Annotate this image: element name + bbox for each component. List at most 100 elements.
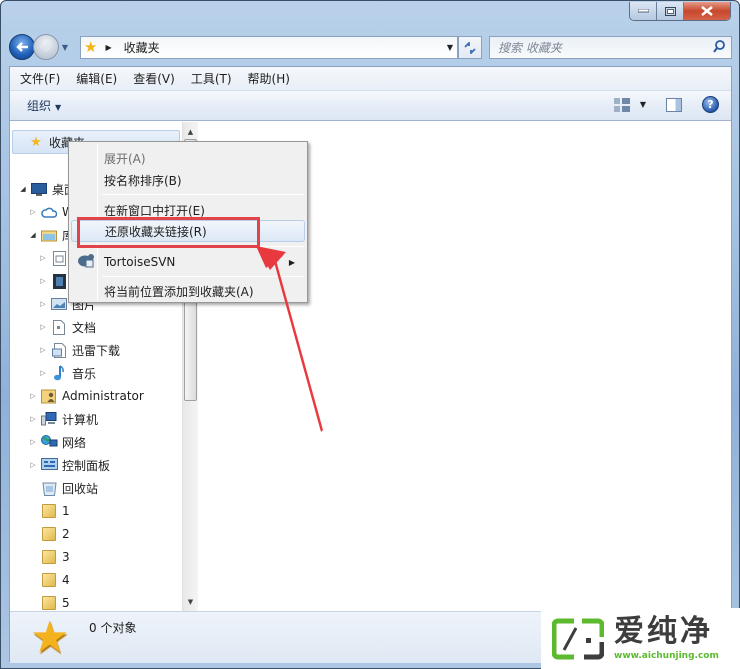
menu-tools[interactable]: 工具(T) <box>191 70 232 87</box>
watermark-logo-icon <box>551 618 605 660</box>
expand-icon[interactable]: ▷ <box>38 300 48 308</box>
tree-label: 迅雷下载 <box>72 343 121 358</box>
tree-item-doc-library[interactable]: ▷ <box>38 247 72 269</box>
folder-icon <box>40 595 58 611</box>
tree-label: 4 <box>62 573 70 587</box>
expand-icon[interactable]: ▷ <box>28 208 38 216</box>
collapse-icon[interactable]: ◢ <box>18 185 28 193</box>
help-button[interactable]: ? <box>702 96 719 113</box>
menu-edit[interactable]: 编辑(E) <box>76 70 117 87</box>
address-dropdown-icon[interactable]: ▼ <box>447 43 453 52</box>
minimize-button[interactable] <box>630 2 657 20</box>
computer-icon <box>40 411 58 427</box>
expand-icon[interactable]: ▷ <box>28 461 38 469</box>
recent-pages-dropdown[interactable]: ▼ <box>60 43 70 52</box>
tree-item-recycle-bin[interactable]: 回收站 <box>38 477 98 499</box>
expand-icon[interactable]: ▷ <box>38 369 48 377</box>
menu-item-tortoisesvn[interactable]: TortoiseSVN ▶ <box>71 251 305 273</box>
organize-button[interactable]: 组织 ▼ <box>27 97 61 114</box>
menu-item-label: 在新窗口中打开(E) <box>104 203 205 218</box>
tree-item-video-library[interactable]: ▷ <box>38 270 72 292</box>
tree-item-downloads[interactable]: ▷ 迅雷下载 <box>38 339 120 361</box>
menu-item-open-new-window[interactable]: 在新窗口中打开(E) <box>71 199 305 221</box>
menu-file[interactable]: 文件(F) <box>20 70 60 87</box>
tree-item-folder[interactable]: 3 <box>38 546 70 568</box>
back-arrow-icon <box>16 42 28 52</box>
expand-icon[interactable]: ▷ <box>38 346 48 354</box>
watermark: 爱纯净 www.aichunjing.com <box>541 608 740 669</box>
tree-item-network[interactable]: ▷ 网络 <box>28 431 86 453</box>
preview-pane-icon[interactable] <box>666 97 682 112</box>
tree-item-folder[interactable]: 1 <box>38 500 70 522</box>
expand-icon[interactable]: ▷ <box>38 323 48 331</box>
forward-button[interactable] <box>33 34 59 60</box>
menu-item-sort-by-name[interactable]: 按名称排序(B) <box>71 169 305 191</box>
organize-dropdown-icon: ▼ <box>55 103 62 112</box>
menu-view[interactable]: 查看(V) <box>133 70 175 87</box>
control-panel-icon <box>40 457 58 473</box>
command-bar: 组织 ▼ ▼ ? <box>10 91 731 121</box>
tree-item-control-panel[interactable]: ▷ 控制面板 <box>28 454 110 476</box>
search-box[interactable]: 搜索 收藏夹 <box>489 36 732 59</box>
folder-icon <box>40 572 58 588</box>
scroll-up-arrow-icon[interactable]: ▲ <box>183 124 198 139</box>
change-view-icon[interactable] <box>613 97 630 112</box>
watermark-title: 爱纯净 <box>614 613 713 649</box>
back-button[interactable] <box>9 34 35 60</box>
recycle-bin-icon <box>40 480 58 496</box>
tree-label: 5 <box>62 596 70 610</box>
menu-item-expand: 展开(A) <box>71 147 305 169</box>
favorites-star-icon: ★ <box>30 134 42 150</box>
menu-item-add-to-favorites[interactable]: 将当前位置添加到收藏夹(A) <box>71 280 305 302</box>
address-path[interactable]: 收藏夹 <box>124 39 160 56</box>
breadcrumb-chevron-icon[interactable]: ▶ <box>105 43 111 52</box>
close-icon <box>701 6 713 16</box>
search-placeholder: 搜索 收藏夹 <box>498 41 562 55</box>
collapse-icon[interactable]: ◢ <box>28 231 38 239</box>
menu-item-label: 将当前位置添加到收藏夹(A) <box>104 284 254 299</box>
expand-icon[interactable]: ▷ <box>38 277 48 285</box>
close-button[interactable] <box>684 2 730 20</box>
maximize-button[interactable] <box>657 2 684 20</box>
tree-label: 文档 <box>72 320 97 335</box>
tortoisesvn-icon <box>77 252 95 272</box>
tree-label: 网络 <box>62 435 87 450</box>
folder-icon <box>40 503 58 519</box>
expand-icon[interactable]: ▷ <box>28 392 38 400</box>
download-icon <box>50 342 68 358</box>
tree-label: Administrator <box>62 389 144 403</box>
tree-label: 控制面板 <box>62 458 111 473</box>
tree-label: 回收站 <box>62 481 99 496</box>
tree-item-cloud[interactable]: ▷ W <box>28 201 74 223</box>
folder-icon <box>40 549 58 565</box>
tree-item-music[interactable]: ▷ 音乐 <box>38 362 96 384</box>
document-library-icon <box>50 250 68 266</box>
search-icon[interactable] <box>713 40 725 54</box>
network-icon <box>40 434 58 450</box>
tree-item-administrator[interactable]: ▷ Administrator <box>28 385 144 407</box>
tree-item-folder[interactable]: 2 <box>38 523 70 545</box>
context-menu: 展开(A) 按名称排序(B) 在新窗口中打开(E) 还原收藏夹链接(R) Tor… <box>68 141 308 303</box>
expand-icon[interactable]: ▷ <box>38 254 48 262</box>
menu-item-label: TortoiseSVN <box>104 255 176 269</box>
maximize-icon <box>664 6 676 16</box>
refresh-button[interactable] <box>458 36 482 59</box>
expand-icon[interactable]: ▷ <box>28 438 38 446</box>
tree-item-computer[interactable]: ▷ 计算机 <box>28 408 98 430</box>
menu-item-restore-favorites-links[interactable]: 还原收藏夹链接(R) <box>71 220 305 242</box>
documents-icon <box>50 319 68 335</box>
navigation-buttons: ▼ <box>9 34 70 60</box>
tree-label: 音乐 <box>72 366 97 381</box>
tree-label: 3 <box>62 550 70 564</box>
refresh-icon <box>464 41 476 54</box>
scroll-down-arrow-icon[interactable]: ▼ <box>183 594 198 609</box>
view-options-dropdown-icon[interactable]: ▼ <box>640 100 646 109</box>
address-bar[interactable]: ★ ▶ 收藏夹 ▼ <box>80 36 458 59</box>
tree-item-documents[interactable]: ▷ 文档 <box>38 316 96 338</box>
menu-divider <box>102 194 304 195</box>
expand-icon[interactable]: ▷ <box>28 415 38 423</box>
tree-label: 2 <box>62 527 70 541</box>
menu-help[interactable]: 帮助(H) <box>248 70 290 87</box>
menu-divider <box>102 276 304 277</box>
tree-item-folder[interactable]: 4 <box>38 569 70 591</box>
